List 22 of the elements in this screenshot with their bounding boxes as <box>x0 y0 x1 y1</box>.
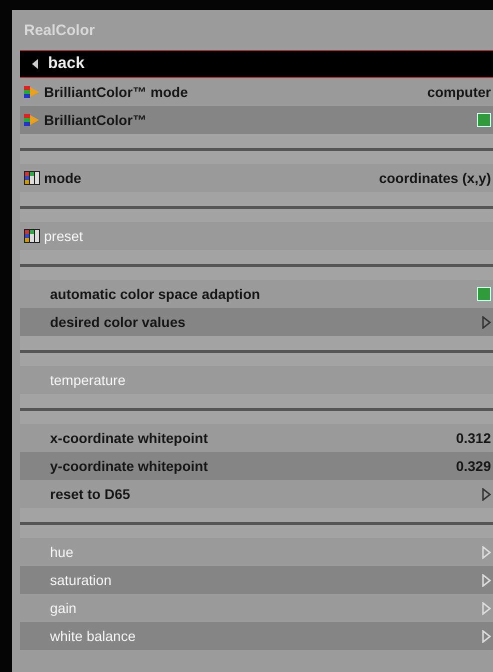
setting-value: coordinates (x,y) <box>378 170 491 186</box>
menu-item[interactable]: desired color values <box>20 308 493 336</box>
menu-title: RealColor <box>23 20 96 40</box>
back-arrow-icon <box>32 59 38 69</box>
submenu-arrow-icon <box>482 316 491 328</box>
color-bars-icon <box>24 113 40 127</box>
grid-icon <box>24 229 40 243</box>
setting-value: 0.312 <box>456 430 491 446</box>
menu-item[interactable]: y-coordinate whitepoint 0.329 <box>20 452 493 480</box>
checkbox[interactable] <box>477 287 491 301</box>
submenu-arrow-icon <box>482 546 491 558</box>
menu-item[interactable]: BrilliantColor™ <box>20 106 493 134</box>
back-button[interactable]: back <box>20 50 493 78</box>
submenu-arrow-icon <box>482 574 491 586</box>
grid-icon <box>24 171 40 185</box>
checkbox[interactable] <box>477 113 491 127</box>
color-bars-icon <box>24 85 40 99</box>
submenu-arrow-icon <box>482 488 491 500</box>
submenu-arrow-icon <box>482 630 491 642</box>
submenu-arrow-icon <box>482 602 491 614</box>
setting-value: computer <box>427 84 491 100</box>
setting-value: 0.329 <box>456 458 491 474</box>
